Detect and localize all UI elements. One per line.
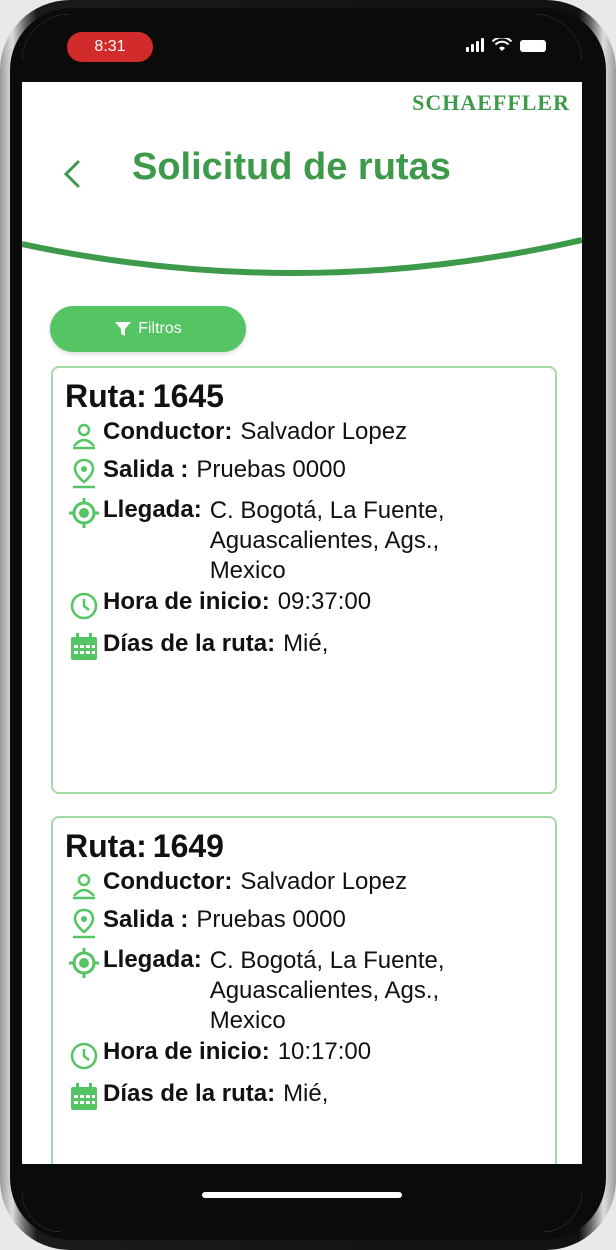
days-row: Días de la ruta: Mié, bbox=[67, 1080, 547, 1114]
home-indicator[interactable] bbox=[202, 1192, 402, 1198]
target-location-icon bbox=[69, 498, 99, 528]
wifi-icon bbox=[492, 38, 512, 51]
start-time-value: 09:37:00 bbox=[277, 588, 372, 615]
calendar-icon bbox=[71, 1083, 97, 1110]
driver-value: Salvador Lopez bbox=[240, 868, 408, 895]
brand-logo: SCHAEFFLER bbox=[412, 90, 570, 115]
filters-button[interactable]: Filtros bbox=[50, 306, 246, 352]
chevron-left-icon bbox=[63, 160, 80, 188]
days-row: Días de la ruta: Mié, bbox=[67, 630, 547, 664]
app-screen: 8:31 SCHAEFFLER Solicitud de rutas Filtr… bbox=[22, 14, 582, 1232]
arrival-label: Llegada: bbox=[103, 946, 202, 973]
days-value: Mié, bbox=[283, 630, 329, 657]
cellular-signal-icon bbox=[466, 38, 484, 52]
days-value: Mié, bbox=[283, 1080, 329, 1107]
arrival-value: C. Bogotá, La Fuente, Aguascalientes, Ag… bbox=[209, 947, 445, 1034]
days-label: Días de la ruta: bbox=[103, 630, 276, 657]
person-icon bbox=[73, 873, 95, 900]
route-number: 1645 bbox=[152, 378, 224, 414]
status-icons bbox=[466, 38, 546, 52]
departure-value: Pruebas 0000 bbox=[196, 456, 346, 483]
start-time-label: Hora de inicio: bbox=[103, 1038, 270, 1065]
arrival-row: Llegada: C. Bogotá, La Fuente, Aguascali… bbox=[67, 946, 547, 1036]
back-button[interactable] bbox=[60, 154, 84, 194]
departure-label: Salida : bbox=[103, 906, 189, 933]
location-pin-icon bbox=[73, 908, 95, 939]
person-icon bbox=[73, 423, 95, 450]
target-location-icon bbox=[69, 948, 99, 978]
start-time-row: Hora de inicio: 09:37:00 bbox=[67, 588, 547, 622]
start-time-label: Hora de inicio: bbox=[103, 588, 270, 615]
status-time: 8:31 bbox=[67, 32, 153, 62]
status-bar: 8:31 bbox=[22, 14, 582, 82]
clock-icon bbox=[70, 592, 98, 620]
driver-label: Conductor: bbox=[103, 418, 233, 445]
clock-icon bbox=[70, 1042, 98, 1070]
page-title: Solicitud de rutas bbox=[132, 146, 451, 188]
route-title: Ruta: 1649 bbox=[65, 828, 224, 865]
driver-value: Salvador Lopez bbox=[240, 418, 408, 445]
filters-button-label: Filtros bbox=[138, 320, 182, 337]
arrival-value: C. Bogotá, La Fuente, Aguascalientes, Ag… bbox=[209, 497, 445, 584]
days-label: Días de la ruta: bbox=[103, 1080, 276, 1107]
driver-row: Conductor: Salvador Lopez bbox=[67, 418, 547, 452]
arrival-row: Llegada: C. Bogotá, La Fuente, Aguascali… bbox=[67, 496, 547, 586]
battery-icon bbox=[520, 40, 546, 52]
header-curve-divider bbox=[22, 237, 582, 276]
departure-row: Salida : Pruebas 0000 bbox=[67, 456, 547, 490]
route-number: 1649 bbox=[152, 828, 224, 864]
calendar-icon bbox=[71, 633, 97, 660]
bottom-bar bbox=[22, 1164, 582, 1232]
departure-label: Salida : bbox=[103, 456, 189, 483]
driver-row: Conductor: Salvador Lopez bbox=[67, 868, 547, 902]
arrival-label: Llegada: bbox=[103, 496, 202, 523]
departure-row: Salida : Pruebas 0000 bbox=[67, 906, 547, 940]
route-card[interactable]: Ruta: 1645 Conductor: Salvador Lopez Sali… bbox=[51, 366, 557, 794]
route-prefix: Ruta: bbox=[65, 378, 147, 414]
location-pin-icon bbox=[73, 458, 95, 489]
departure-value: Pruebas 0000 bbox=[196, 906, 346, 933]
driver-label: Conductor: bbox=[103, 868, 233, 895]
start-time-row: Hora de inicio: 10:17:00 bbox=[67, 1038, 547, 1072]
start-time-value: 10:17:00 bbox=[277, 1038, 372, 1065]
route-title: Ruta: 1645 bbox=[65, 378, 224, 415]
route-prefix: Ruta: bbox=[65, 828, 147, 864]
filter-icon bbox=[115, 322, 132, 336]
